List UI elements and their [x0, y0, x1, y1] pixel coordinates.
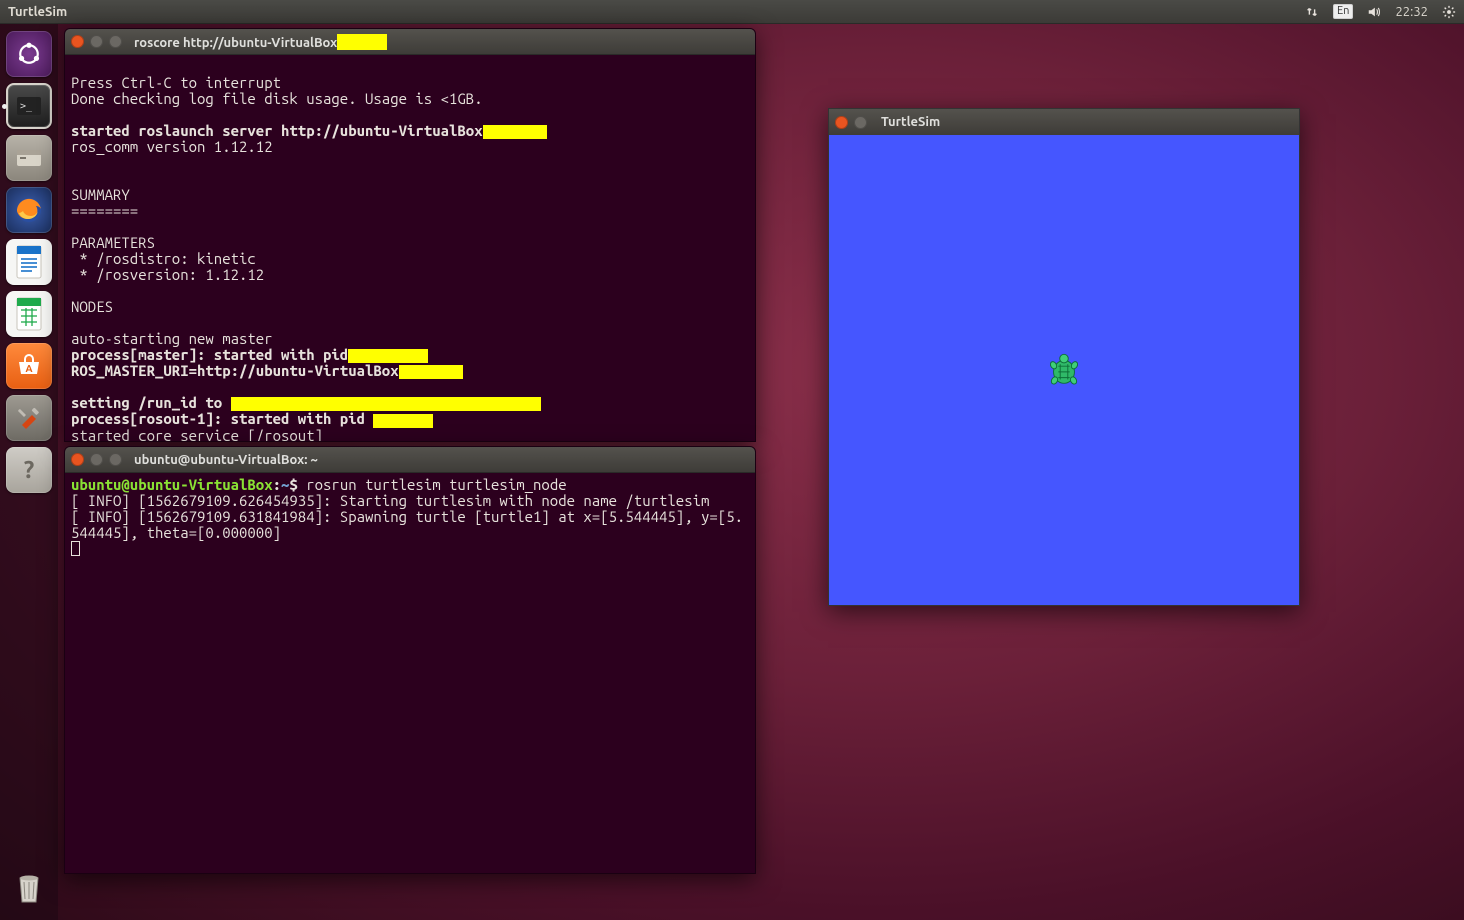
network-icon[interactable] [1305, 5, 1319, 19]
turtle-icon [1045, 351, 1083, 389]
top-menubar: TurtleSim En 22:32 [0, 0, 1464, 24]
launcher-writer[interactable] [5, 238, 53, 286]
minimize-icon[interactable] [854, 116, 867, 129]
close-icon[interactable] [71, 35, 84, 48]
redaction-block [337, 34, 387, 50]
launcher-firefox[interactable] [5, 186, 53, 234]
launcher-trash[interactable] [5, 862, 53, 910]
turtlesim-canvas[interactable] [829, 135, 1299, 605]
maximize-icon[interactable] [109, 453, 122, 466]
clock[interactable]: 22:32 [1395, 5, 1428, 19]
cursor-icon [71, 541, 80, 556]
svg-text:A: A [25, 363, 32, 374]
minimize-icon[interactable] [90, 35, 103, 48]
terminal-window-rosrun[interactable]: ubuntu@ubuntu-VirtualBox: ~ ubuntu@ubunt… [64, 446, 756, 874]
minimize-icon[interactable] [90, 453, 103, 466]
terminal-output-rosrun[interactable]: ubuntu@ubuntu-VirtualBox:~$ rosrun turtl… [65, 473, 755, 563]
running-indicator-icon [2, 104, 7, 109]
session-gear-icon[interactable] [1442, 5, 1456, 19]
window-title: ubuntu@ubuntu-VirtualBox: ~ [134, 453, 318, 467]
keyboard-lang-indicator[interactable]: En [1333, 4, 1353, 19]
titlebar-rosrun[interactable]: ubuntu@ubuntu-VirtualBox: ~ [65, 447, 755, 473]
window-title: TurtleSim [881, 115, 940, 129]
turtlesim-window[interactable]: TurtleSim [828, 108, 1300, 606]
titlebar-roscore[interactable]: roscore http://ubuntu-VirtualBox [65, 29, 755, 55]
unity-launcher: >_ A ? [0, 24, 58, 920]
launcher-settings[interactable] [5, 394, 53, 442]
launcher-dash[interactable] [5, 30, 53, 78]
menubar-app-title: TurtleSim [8, 5, 67, 19]
launcher-calc[interactable] [5, 290, 53, 338]
launcher-help[interactable]: ? [5, 446, 53, 494]
close-icon[interactable] [71, 453, 84, 466]
volume-icon[interactable] [1367, 5, 1381, 19]
launcher-files[interactable] [5, 134, 53, 182]
terminal-window-roscore[interactable]: roscore http://ubuntu-VirtualBox Press C… [64, 28, 756, 442]
window-title: roscore http://ubuntu-VirtualBox [134, 34, 387, 50]
titlebar-turtlesim[interactable]: TurtleSim [829, 109, 1299, 135]
close-icon[interactable] [835, 116, 848, 129]
svg-text:?: ? [24, 456, 35, 483]
terminal-output-roscore[interactable]: Press Ctrl-C to interrupt Done checking … [65, 55, 755, 442]
maximize-icon[interactable] [109, 35, 122, 48]
launcher-terminal[interactable]: >_ [5, 82, 53, 130]
launcher-software[interactable]: A [5, 342, 53, 390]
svg-text:>_: >_ [20, 101, 33, 112]
